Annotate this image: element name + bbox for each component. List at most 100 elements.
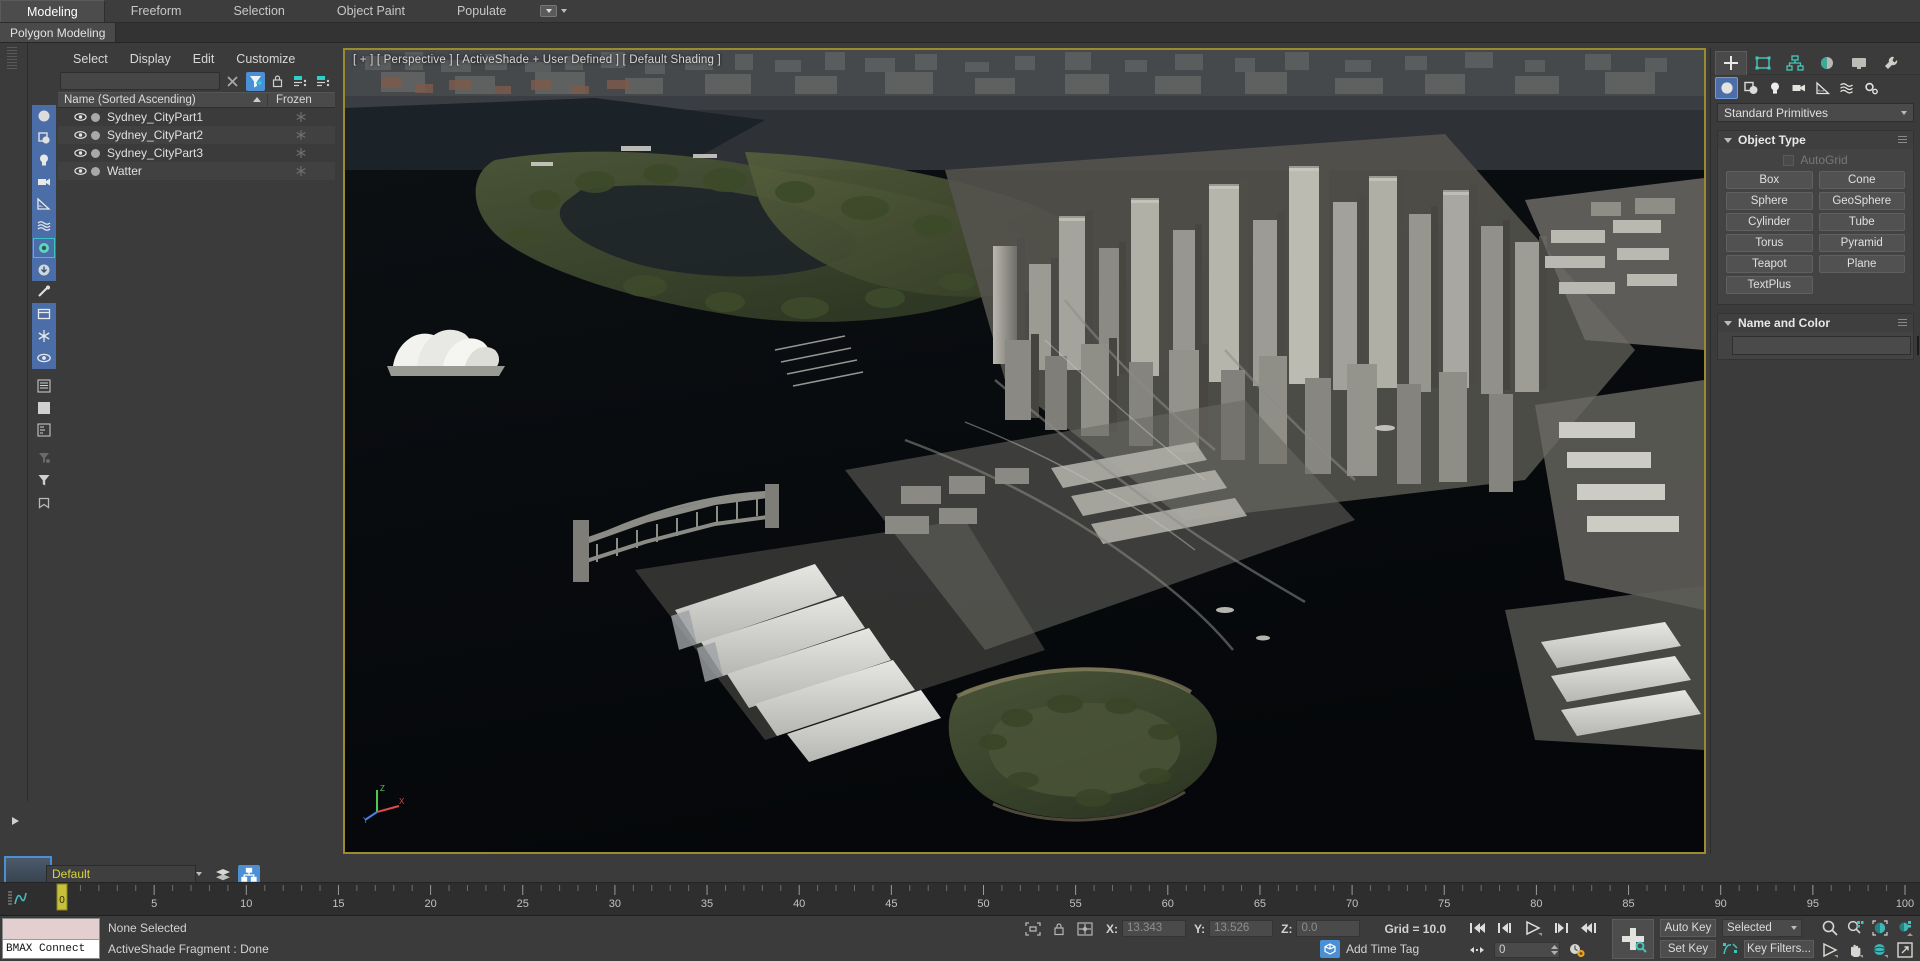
tab-hierarchy[interactable] xyxy=(1779,51,1811,75)
filter-funnel-icon[interactable] xyxy=(32,469,56,491)
previous-frame-button[interactable] xyxy=(1494,919,1516,937)
viewport-label[interactable]: [ + ] [ Perspective ] [ ActiveShade + Us… xyxy=(353,54,721,66)
visibility-eye-icon[interactable] xyxy=(72,112,88,122)
set-keys-button[interactable] xyxy=(1612,919,1654,959)
create-box-button[interactable]: Box xyxy=(1726,171,1813,189)
autogrid-checkbox[interactable] xyxy=(1783,154,1795,166)
create-sphere-button[interactable]: Sphere xyxy=(1726,192,1813,210)
ribbon-tab-freeform[interactable]: Freeform xyxy=(105,0,208,22)
object-color-swatch[interactable] xyxy=(1917,336,1919,355)
autogrid-row[interactable]: AutoGrid xyxy=(1726,153,1905,167)
primitive-category-dropdown[interactable]: Standard Primitives xyxy=(1717,103,1914,122)
zoom-all-icon[interactable] xyxy=(1843,917,1867,938)
create-torus-button[interactable]: Torus xyxy=(1726,234,1813,252)
explorer-detail-view-icon[interactable] xyxy=(32,419,56,441)
tab-create[interactable] xyxy=(1715,50,1747,75)
explorer-panel-view-icon[interactable] xyxy=(32,397,56,419)
explorer-menu-edit[interactable]: Edit xyxy=(182,48,226,70)
column-header-frozen[interactable]: Frozen xyxy=(267,94,335,106)
field-of-view-icon[interactable] xyxy=(1818,939,1842,960)
maxscript-output-pane[interactable] xyxy=(3,919,99,940)
go-to-end-button[interactable] xyxy=(1578,919,1600,937)
tab-utilities[interactable] xyxy=(1875,51,1907,75)
visibility-eye-icon[interactable] xyxy=(72,130,88,140)
y-coord-field[interactable]: 13.526 xyxy=(1209,920,1274,937)
zoom-icon[interactable] xyxy=(1818,917,1842,938)
absolute-relative-toggle-icon[interactable] xyxy=(1072,919,1098,939)
frozen-cell[interactable] xyxy=(267,147,335,159)
category-shapes-icon[interactable] xyxy=(1739,77,1762,99)
ribbon-display-mode-icon[interactable] xyxy=(540,5,558,17)
object-color-dot[interactable] xyxy=(88,166,102,176)
expand-panel-arrow[interactable] xyxy=(4,810,26,832)
frozen-cell[interactable] xyxy=(267,165,335,177)
perspective-viewport[interactable]: [ + ] [ Perspective ] [ ActiveShade + Us… xyxy=(343,48,1706,854)
play-animation-button[interactable] xyxy=(1522,919,1544,937)
table-row[interactable]: Sydney_CityPart1 xyxy=(58,108,335,126)
set-key-button[interactable]: Set Key xyxy=(1660,940,1716,958)
category-cameras-icon[interactable] xyxy=(1787,77,1810,99)
table-row[interactable]: Sydney_CityPart2 xyxy=(58,126,335,144)
create-cylinder-button[interactable]: Cylinder xyxy=(1726,213,1813,231)
explorer-list-view-icon[interactable] xyxy=(32,375,56,397)
filter-groups-icon[interactable] xyxy=(32,237,56,259)
create-teapot-button[interactable]: Teapot xyxy=(1726,255,1813,273)
object-color-dot[interactable] xyxy=(88,148,102,158)
object-name-input[interactable] xyxy=(1732,336,1911,355)
track-bar-curve-editor-icon[interactable] xyxy=(6,889,28,910)
ribbon-minimize-control[interactable] xyxy=(540,0,568,22)
filter-hidden-icon[interactable] xyxy=(32,347,56,369)
go-to-start-button[interactable] xyxy=(1466,919,1488,937)
add-time-tag-label[interactable]: Add Time Tag xyxy=(1346,942,1419,956)
category-geometry-icon[interactable] xyxy=(1715,76,1738,99)
ribbon-tab-selection[interactable]: Selection xyxy=(207,0,310,22)
time-tag-icon[interactable] xyxy=(1320,940,1340,958)
filter-xrefs-icon[interactable] xyxy=(32,259,56,281)
explorer-menu-display[interactable]: Display xyxy=(119,48,182,70)
z-coord-field[interactable]: 0.0 xyxy=(1296,920,1361,937)
category-lights-icon[interactable] xyxy=(1763,77,1786,99)
visibility-eye-icon[interactable] xyxy=(72,166,88,176)
visibility-eye-icon[interactable] xyxy=(72,148,88,158)
add-time-tag-group[interactable]: Add Time Tag xyxy=(1320,940,1419,958)
name-and-color-header[interactable]: Name and Color xyxy=(1718,314,1913,332)
explorer-menu-customize[interactable]: Customize xyxy=(225,48,306,70)
create-textplus-button[interactable]: TextPlus xyxy=(1726,276,1813,294)
key-tangent-icon[interactable] xyxy=(1720,940,1742,958)
tab-display[interactable] xyxy=(1843,51,1875,75)
object-type-header[interactable]: Object Type xyxy=(1718,131,1913,149)
key-mode-toggle-icon[interactable] xyxy=(1466,941,1488,959)
object-color-dot[interactable] xyxy=(88,112,102,122)
maxscript-mini-listener[interactable]: BMAX Connect xyxy=(2,918,100,959)
ribbon-tab-object-paint[interactable]: Object Paint xyxy=(311,0,431,22)
x-coord-field[interactable]: 13.343 xyxy=(1122,920,1186,937)
filter-containers-icon[interactable] xyxy=(32,303,56,325)
filter-spacewarps-icon[interactable] xyxy=(32,215,56,237)
layer-dropdown-chevron-icon[interactable] xyxy=(196,872,202,876)
explorer-search-input[interactable] xyxy=(60,72,220,90)
timeline-ruler[interactable]: 0 5 10 15 20 25 30 35 40 45 50 55 60 65 70 75 80 85 90 95 10… xyxy=(0,882,1920,916)
create-pyramid-button[interactable]: Pyramid xyxy=(1818,234,1905,252)
key-filters-button[interactable]: Key Filters... xyxy=(1744,940,1814,958)
zoom-extents-icon[interactable] xyxy=(1868,917,1892,938)
category-systems-icon[interactable] xyxy=(1859,77,1882,99)
filter-frozen-icon[interactable] xyxy=(32,325,56,347)
filter-lights-icon[interactable] xyxy=(32,149,56,171)
create-plane-button[interactable]: Plane xyxy=(1818,255,1905,273)
clear-search-icon[interactable] xyxy=(223,72,243,91)
explorer-menu-select[interactable]: Select xyxy=(62,48,119,70)
selection-lock-region-icon[interactable] xyxy=(1020,919,1046,939)
ribbon-tab-populate[interactable]: Populate xyxy=(431,0,532,22)
frozen-cell[interactable] xyxy=(267,129,335,141)
rail-grip-handle[interactable] xyxy=(7,47,17,73)
current-frame-spinner[interactable]: 0 xyxy=(1494,942,1560,958)
chevron-down-icon[interactable] xyxy=(561,9,568,13)
filter-shapes-icon[interactable] xyxy=(32,127,56,149)
ribbon-tab-modeling[interactable]: Modeling xyxy=(0,0,105,22)
table-row[interactable]: Sydney_CityPart3 xyxy=(58,144,335,162)
explorer-bookmark-icon[interactable] xyxy=(32,491,56,513)
next-frame-button[interactable] xyxy=(1550,919,1572,937)
filter-helpers-icon[interactable] xyxy=(32,193,56,215)
filter-off-icon[interactable] xyxy=(32,447,56,469)
explorer-collapse-all-icon[interactable] xyxy=(313,72,333,91)
